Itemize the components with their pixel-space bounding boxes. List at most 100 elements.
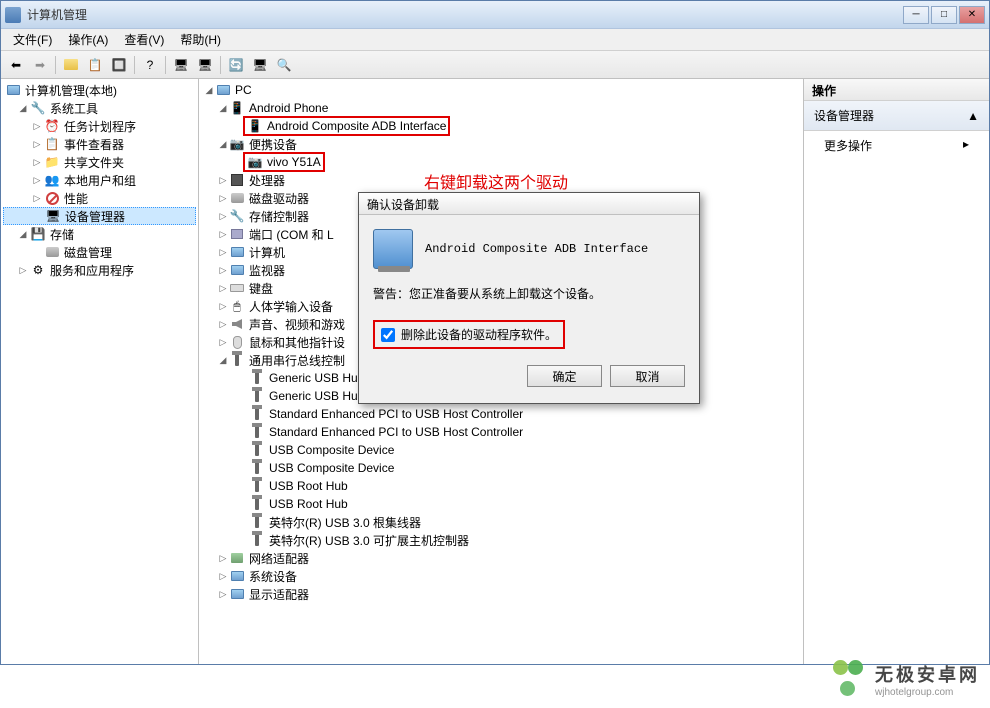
device-pc[interactable]: ◢ PC: [201, 81, 801, 99]
device-usb-item[interactable]: USB Composite Device: [201, 459, 801, 477]
expand-icon[interactable]: ▷: [31, 138, 43, 150]
collapse-icon[interactable]: ◢: [17, 228, 29, 240]
expand-icon[interactable]: ▷: [31, 174, 43, 186]
device-display[interactable]: ▷ 显示适配器: [201, 585, 801, 603]
update-driver-button[interactable]: 🔄: [225, 54, 247, 76]
collapse-icon[interactable]: ◢: [217, 354, 229, 366]
cancel-button[interactable]: 取消: [610, 365, 685, 387]
expand-icon[interactable]: ▷: [17, 264, 29, 276]
tree-event-viewer[interactable]: ▷ 📋 事件查看器: [3, 135, 196, 153]
expand-icon[interactable]: ▷: [217, 210, 229, 222]
watermark-text: 无极安卓网 wjhotelgroup.com: [875, 661, 980, 698]
device-usb-item[interactable]: USB Root Hub: [201, 495, 801, 513]
device-button[interactable]: 🖥: [194, 54, 216, 76]
usb-icon: [249, 406, 265, 422]
forward-button[interactable]: ➡: [29, 54, 51, 76]
maximize-button[interactable]: □: [931, 6, 957, 24]
expand-icon[interactable]: ▷: [217, 192, 229, 204]
collapse-icon[interactable]: ◢: [217, 138, 229, 150]
scan-hardware-button[interactable]: 🔍: [273, 54, 295, 76]
port-icon: [229, 226, 245, 242]
device-processors[interactable]: ▷处理器: [201, 171, 801, 189]
properties-button[interactable]: 📋: [84, 54, 106, 76]
device-label: 显示适配器: [249, 586, 309, 603]
device-usb-item[interactable]: 英特尔(R) USB 3.0 可扩展主机控制器: [201, 531, 801, 549]
expand-icon[interactable]: ▷: [217, 264, 229, 276]
controller-icon: 🔧: [229, 208, 245, 224]
device-system[interactable]: ▷系统设备: [201, 567, 801, 585]
show-hide-tree-button[interactable]: [60, 54, 82, 76]
scan-button[interactable]: 🖥: [170, 54, 192, 76]
device-usb-item[interactable]: 英特尔(R) USB 3.0 根集线器: [201, 513, 801, 531]
tree-label: 系统工具: [50, 100, 98, 117]
phone-icon: 📷: [247, 154, 263, 170]
expand-icon[interactable]: ▷: [217, 282, 229, 294]
more-actions[interactable]: 更多操作 ▸: [804, 131, 989, 160]
tree-root[interactable]: 计算机管理(本地): [3, 81, 196, 99]
actions-section[interactable]: 设备管理器 ▲: [804, 101, 989, 131]
expand-icon[interactable]: ▷: [217, 336, 229, 348]
expand-icon[interactable]: ▷: [31, 156, 43, 168]
window-controls: ─ □ ✕: [903, 6, 985, 24]
device-usb-item[interactable]: USB Root Hub: [201, 477, 801, 495]
expand-icon[interactable]: ▷: [31, 192, 43, 204]
device-usb-item[interactable]: Standard Enhanced PCI to USB Host Contro…: [201, 405, 801, 423]
expand-icon[interactable]: ▷: [217, 588, 229, 600]
toolbar-separator: [55, 56, 56, 74]
uninstall-button[interactable]: 🖥: [249, 54, 271, 76]
help-button[interactable]: ?: [139, 54, 161, 76]
expand-icon[interactable]: ▷: [31, 120, 43, 132]
device-usb-item[interactable]: USB Composite Device: [201, 441, 801, 459]
close-button[interactable]: ✕: [959, 6, 985, 24]
tree-storage[interactable]: ◢ 💾 存储: [3, 225, 196, 243]
tree-disk-management[interactable]: 磁盘管理: [3, 243, 196, 261]
expand-icon[interactable]: ▷: [217, 570, 229, 582]
event-icon: 📋: [44, 136, 60, 152]
device-label: 监视器: [249, 262, 285, 279]
tree-local-users[interactable]: ▷ 👥 本地用户和组: [3, 171, 196, 189]
menu-action[interactable]: 操作(A): [60, 29, 116, 50]
device-adb-interface[interactable]: 📱 Android Composite ADB Interface: [201, 117, 801, 135]
tree-services[interactable]: ▷ ⚙ 服务和应用程序: [3, 261, 196, 279]
device-portable[interactable]: ◢ 📷 便携设备: [201, 135, 801, 153]
ok-button[interactable]: 确定: [527, 365, 602, 387]
tree-label: 设备管理器: [65, 208, 125, 225]
expand-icon[interactable]: ▷: [217, 300, 229, 312]
expand-icon[interactable]: ▷: [217, 174, 229, 186]
tree-shared-folders[interactable]: ▷ 📁 共享文件夹: [3, 153, 196, 171]
device-label: 鼠标和其他指针设: [249, 334, 345, 351]
expand-icon[interactable]: ▷: [217, 552, 229, 564]
view-button[interactable]: 🔲: [108, 54, 130, 76]
menu-view[interactable]: 查看(V): [116, 29, 172, 50]
tree-system-tools[interactable]: ◢ 🔧 系统工具: [3, 99, 196, 117]
device-label: 便携设备: [249, 136, 297, 153]
tree-device-manager[interactable]: 🖥 设备管理器: [3, 207, 196, 225]
delete-driver-checkbox-row[interactable]: 删除此设备的驱动程序软件。: [373, 320, 565, 349]
delete-driver-checkbox[interactable]: [381, 328, 395, 342]
checkbox-label: 删除此设备的驱动程序软件。: [401, 326, 557, 343]
collapse-icon[interactable]: ◢: [203, 84, 215, 96]
expand-icon[interactable]: ▷: [217, 246, 229, 258]
computer-icon: [5, 82, 21, 98]
expand-icon[interactable]: ▷: [217, 228, 229, 240]
device-network[interactable]: ▷ 网络适配器: [201, 549, 801, 567]
device-vivo[interactable]: 📷 vivo Y51A: [201, 153, 801, 171]
tree-label: 磁盘管理: [64, 244, 112, 261]
device-icon: [373, 229, 413, 269]
collapse-icon[interactable]: ◢: [217, 102, 229, 114]
tree-performance[interactable]: ▷ 性能: [3, 189, 196, 207]
device-label: Generic USB Hub: [269, 389, 364, 403]
tree-task-scheduler[interactable]: ▷ ⏰ 任务计划程序: [3, 117, 196, 135]
back-button[interactable]: ⬅: [5, 54, 27, 76]
usb-icon: [249, 442, 265, 458]
usb-icon: [249, 496, 265, 512]
device-android-phone[interactable]: ◢ 📱 Android Phone: [201, 99, 801, 117]
spacer: [31, 246, 43, 258]
menu-help[interactable]: 帮助(H): [172, 29, 229, 50]
collapse-icon[interactable]: ◢: [17, 102, 29, 114]
expand-icon[interactable]: ▷: [217, 318, 229, 330]
device-label: 网络适配器: [249, 550, 309, 567]
device-usb-item[interactable]: Standard Enhanced PCI to USB Host Contro…: [201, 423, 801, 441]
minimize-button[interactable]: ─: [903, 6, 929, 24]
menu-file[interactable]: 文件(F): [5, 29, 60, 50]
